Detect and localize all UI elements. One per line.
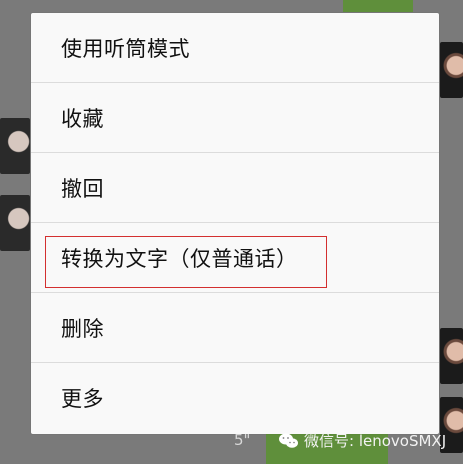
context-menu: 使用听筒模式 收藏 撤回 转换为文字（仅普通话） 删除 更多 — [31, 13, 439, 434]
avatar[interactable] — [440, 42, 463, 98]
menu-item-label: 更多 — [61, 387, 104, 411]
menu-item-label: 收藏 — [61, 106, 104, 131]
menu-item-more[interactable]: 更多 — [31, 363, 439, 433]
watermark: 微信号: lenovoSMXJ — [278, 430, 446, 451]
menu-item-label: 转换为文字（仅普通话） — [61, 246, 298, 271]
avatar[interactable] — [0, 195, 30, 251]
watermark-text: 微信号: lenovoSMXJ — [304, 432, 447, 450]
voice-bubble-top[interactable] — [343, 0, 413, 12]
menu-item-delete[interactable]: 删除 — [31, 293, 439, 363]
menu-item-label: 撤回 — [61, 176, 104, 201]
menu-item-earpiece-mode[interactable]: 使用听筒模式 — [31, 13, 439, 83]
menu-item-label: 删除 — [61, 316, 104, 341]
avatar[interactable] — [0, 118, 30, 174]
menu-item-favorite[interactable]: 收藏 — [31, 83, 439, 153]
menu-item-convert-to-text[interactable]: 转换为文字（仅普通话） — [31, 223, 439, 293]
menu-item-recall[interactable]: 撤回 — [31, 153, 439, 223]
avatar[interactable] — [440, 328, 463, 384]
wechat-icon — [278, 432, 300, 450]
menu-item-label: 使用听筒模式 — [61, 36, 190, 61]
